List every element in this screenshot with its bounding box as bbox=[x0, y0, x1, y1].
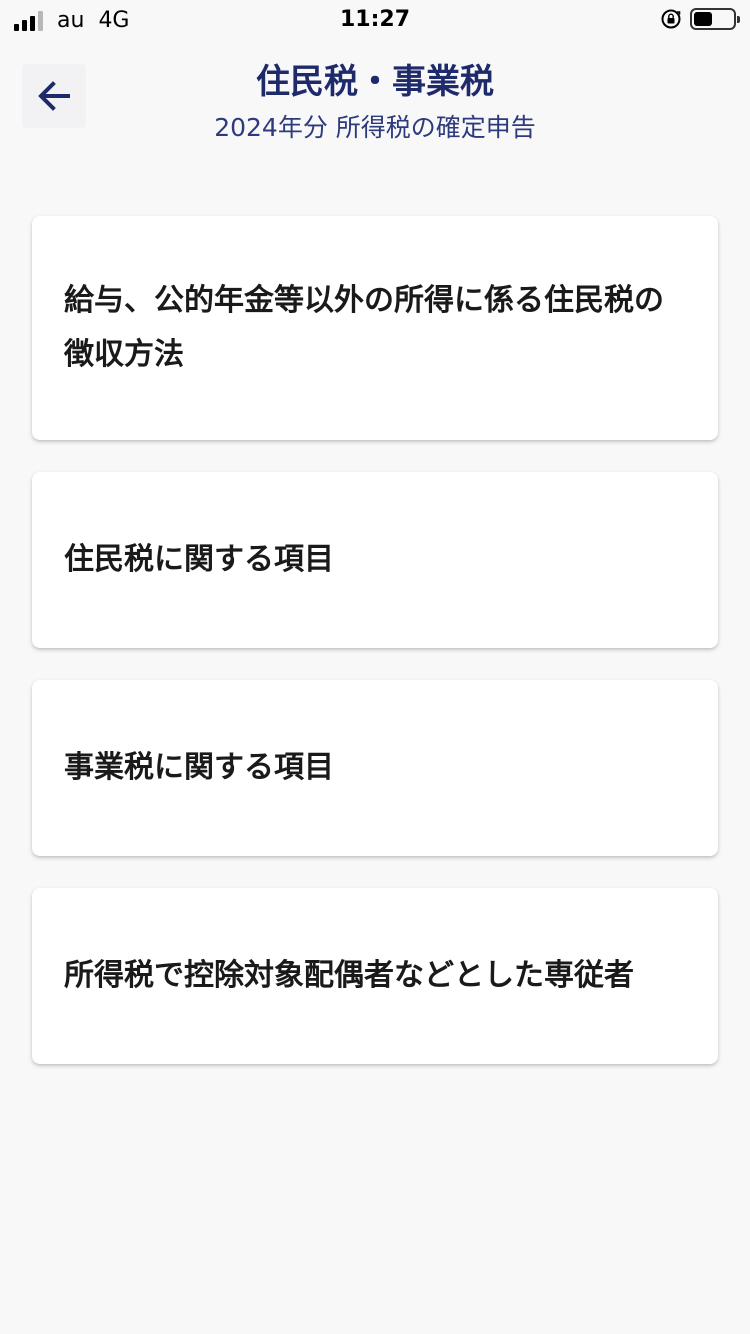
menu-card-family-employee[interactable]: 所得税で控除対象配偶者などとした専従者 bbox=[32, 888, 718, 1064]
menu-card-label: 事業税に関する項目 bbox=[64, 750, 334, 785]
battery-icon bbox=[690, 8, 740, 30]
page-header: 住民税・事業税 2024年分 所得税の確定申告 bbox=[0, 40, 750, 170]
menu-card-resident-tax[interactable]: 住民税に関する項目 bbox=[32, 472, 718, 648]
status-right bbox=[660, 8, 740, 30]
menu-card-withholding-method[interactable]: 給与、公的年金等以外の所得に係る住民税の徴収方法 bbox=[32, 216, 718, 440]
menu-card-label: 所得税で控除対象配偶者などとした専従者 bbox=[64, 958, 634, 993]
status-time: 11:27 bbox=[339, 7, 411, 32]
status-bar: au 4G 11:27 bbox=[0, 0, 750, 40]
battery-fill bbox=[694, 12, 713, 26]
menu-card-business-tax[interactable]: 事業税に関する項目 bbox=[32, 680, 718, 856]
page-subtitle: 2024年分 所得税の確定申告 bbox=[214, 113, 536, 142]
menu-card-label: 住民税に関する項目 bbox=[64, 542, 334, 577]
menu-card-label: 給与、公的年金等以外の所得に係る住民税の徴収方法 bbox=[64, 283, 664, 372]
rotation-lock-icon bbox=[661, 9, 681, 29]
page-title: 住民税・事業税 bbox=[256, 62, 494, 102]
